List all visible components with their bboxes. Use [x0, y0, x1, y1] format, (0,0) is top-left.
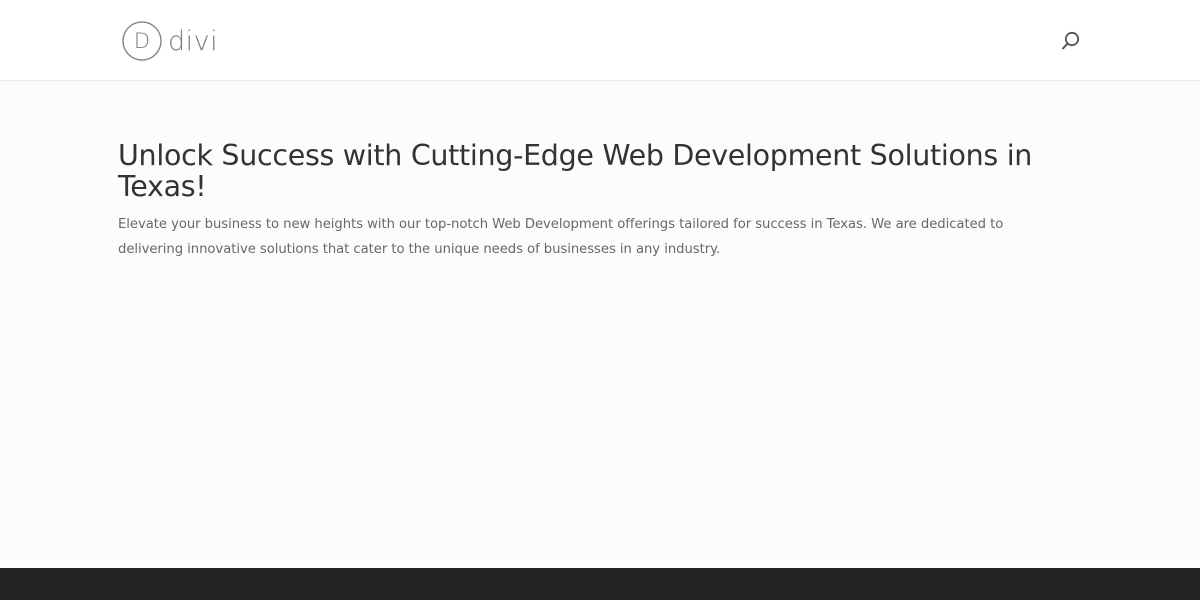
- logo-letter: D: [134, 29, 150, 53]
- logo-text: divi: [168, 25, 219, 57]
- search-icon: [1062, 31, 1080, 50]
- search-button[interactable]: [1060, 30, 1082, 52]
- page-title: Unlock Success with Cutting-Edge Web Dev…: [118, 139, 1033, 203]
- main-content: Unlock Success with Cutting-Edge Web Dev…: [0, 81, 1200, 568]
- site-footer: [0, 568, 1200, 600]
- intro-paragraph: Elevate your business to new heights wit…: [118, 217, 1004, 257]
- site-header: D divi: [0, 0, 1200, 81]
- divi-logo-icon: D: [122, 21, 162, 61]
- site-logo[interactable]: D divi: [122, 19, 218, 63]
